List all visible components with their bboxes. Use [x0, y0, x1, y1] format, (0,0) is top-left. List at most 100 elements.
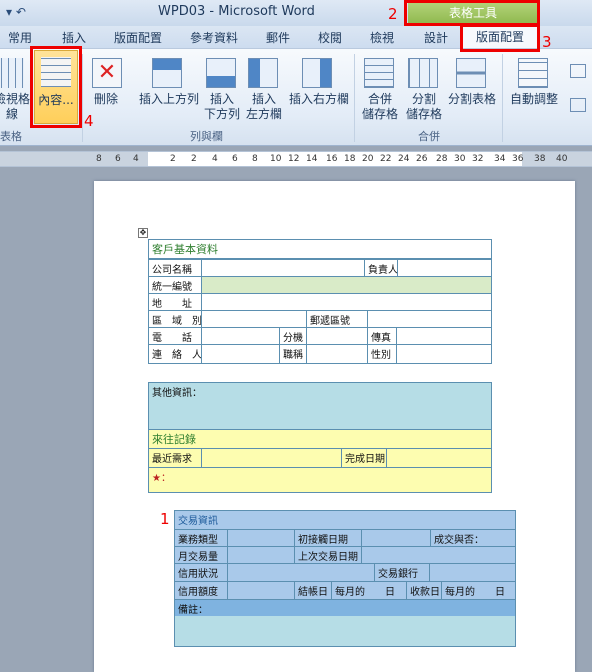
- group-divider: [82, 54, 83, 142]
- undo-icon[interactable]: ▾ ↶: [6, 5, 26, 19]
- ruler-label: 14: [306, 154, 318, 164]
- tab-view[interactable]: 檢視: [370, 29, 394, 46]
- label-biz-type[interactable]: 業務類型: [174, 529, 228, 547]
- label-fax[interactable]: 傳真: [367, 327, 397, 345]
- label-ext[interactable]: 分機: [279, 327, 307, 345]
- field-biz-type[interactable]: [227, 529, 295, 547]
- ruler-label: 2: [170, 154, 176, 164]
- label-company[interactable]: 公司名稱: [148, 259, 202, 277]
- label-gender[interactable]: 性別: [367, 344, 397, 364]
- col-width-icon[interactable]: [570, 98, 586, 112]
- delete-button[interactable]: 刪除: [88, 92, 124, 107]
- row-height-icon[interactable]: [570, 64, 586, 78]
- label-owner[interactable]: 負責人: [364, 259, 398, 277]
- callout-box-3: [460, 24, 540, 52]
- label-recent[interactable]: 最近需求: [148, 448, 202, 468]
- label-first-date[interactable]: 初接觸日期: [294, 529, 362, 547]
- insert-right-button[interactable]: 插入右方欄: [288, 92, 350, 107]
- merge-cells-button[interactable]: 合併 儲存格: [362, 92, 398, 122]
- label-limit[interactable]: 信用額度: [174, 581, 228, 600]
- ruler-label: 30: [454, 154, 466, 164]
- callout-number-3: 3: [542, 33, 552, 51]
- field-zip[interactable]: [367, 310, 492, 328]
- tab-references[interactable]: 參考資料: [190, 29, 238, 46]
- autofit-button[interactable]: 自動調整: [506, 92, 562, 107]
- field-ext[interactable]: [306, 327, 368, 345]
- ruler-label: 6: [115, 154, 121, 164]
- insert-below-label-2: 下方列: [204, 107, 241, 121]
- field-job[interactable]: [306, 344, 368, 364]
- ruler-label: 36: [512, 154, 524, 164]
- label-zip[interactable]: 郵遞區號: [306, 310, 368, 328]
- tab-home[interactable]: 常用: [8, 29, 32, 46]
- tab-design[interactable]: 設計: [424, 29, 448, 46]
- label-address[interactable]: 地 址: [148, 293, 202, 311]
- ruler-margin-left: [0, 152, 148, 166]
- delete-label: 刪除: [93, 92, 118, 106]
- tab-page-layout[interactable]: 版面配置: [114, 29, 162, 46]
- label-contact[interactable]: 連 絡 人: [148, 344, 202, 364]
- table3-title[interactable]: 交易資訊: [174, 510, 516, 530]
- field-gender[interactable]: [396, 344, 492, 364]
- label-last-date[interactable]: 上次交易日期: [294, 546, 362, 564]
- label-phone[interactable]: 電 話: [148, 327, 202, 345]
- field-collect-day[interactable]: 每月的 日: [441, 581, 516, 600]
- field-address[interactable]: [201, 293, 492, 311]
- field-bank[interactable]: [429, 563, 516, 582]
- insert-above-button[interactable]: 插入上方列: [138, 92, 200, 107]
- label-job[interactable]: 職稱: [279, 344, 307, 364]
- group-divider: [502, 54, 503, 142]
- field-limit[interactable]: [227, 581, 295, 600]
- split-label-2: 儲存格: [406, 107, 443, 121]
- group-rows-cols-label: 列與欄: [190, 130, 223, 143]
- label-done-date[interactable]: 完成日期: [341, 448, 387, 468]
- label-area[interactable]: 區 域 別: [148, 310, 202, 328]
- field-last-date[interactable]: [361, 546, 516, 564]
- history-title[interactable]: 來往記錄: [148, 429, 492, 449]
- note-cell[interactable]: 備註：: [174, 599, 516, 647]
- split-table-button[interactable]: 分割表格: [444, 92, 500, 107]
- insert-above-label: 插入上方列: [138, 92, 199, 106]
- insert-right-icon: [302, 58, 332, 88]
- field-owner[interactable]: [397, 259, 492, 277]
- insert-left-button[interactable]: 插入 左方欄: [246, 92, 282, 122]
- field-phone[interactable]: [201, 327, 280, 345]
- table1-title[interactable]: 客戶基本資料: [148, 239, 492, 259]
- field-bill-day[interactable]: 每月的 日: [331, 581, 407, 600]
- label-tax-id[interactable]: 統一編號: [148, 276, 202, 294]
- field-done-date[interactable]: [386, 448, 492, 468]
- insert-below-button[interactable]: 插入 下方列: [204, 92, 240, 122]
- label-deal[interactable]: 成交與否：: [430, 529, 516, 547]
- view-gridlines-button[interactable]: 檢視格線: [0, 92, 30, 122]
- callout-number-4: 4: [84, 112, 94, 130]
- label-bank[interactable]: 交易銀行: [374, 563, 430, 582]
- split-cells-button[interactable]: 分割 儲存格: [406, 92, 442, 122]
- ruler-label: 22: [380, 154, 392, 164]
- other-info-cell[interactable]: 其他資訊：: [148, 382, 492, 430]
- signature-cell[interactable]: ★：: [148, 467, 492, 493]
- field-contact[interactable]: [201, 344, 280, 364]
- field-first-date[interactable]: [361, 529, 431, 547]
- field-tax-id[interactable]: [201, 276, 492, 294]
- field-fax[interactable]: [396, 327, 492, 345]
- field-area[interactable]: [201, 310, 307, 328]
- tab-review[interactable]: 校閱: [318, 29, 342, 46]
- label-credit[interactable]: 信用狀況: [174, 563, 228, 582]
- field-recent[interactable]: [201, 448, 342, 468]
- split-cells-icon: [408, 58, 438, 88]
- label-bill-day[interactable]: 結帳日: [294, 581, 332, 600]
- ruler-label: 10: [270, 154, 282, 164]
- field-month-amount[interactable]: [227, 546, 295, 564]
- insert-below-icon: [206, 58, 236, 88]
- field-credit[interactable]: [227, 563, 375, 582]
- label-collect-day[interactable]: 收款日: [406, 581, 442, 600]
- tab-insert[interactable]: 插入: [62, 29, 86, 46]
- callout-number-1: 1: [160, 510, 170, 528]
- label-month-amount[interactable]: 月交易量: [174, 546, 228, 564]
- horizontal-ruler[interactable]: 8 6 4 2 2 4 6 8 10 12 14 16 18 20 22 24 …: [0, 151, 592, 167]
- ruler-label: 38: [534, 154, 546, 164]
- table-move-handle-icon[interactable]: ✥: [138, 228, 148, 238]
- tab-mailings[interactable]: 郵件: [266, 29, 290, 46]
- field-company[interactable]: [201, 259, 365, 277]
- group-merge-label: 合併: [418, 130, 440, 143]
